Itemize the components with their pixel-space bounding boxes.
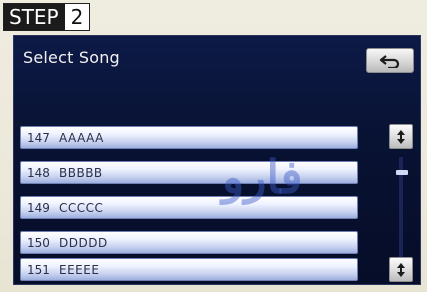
scroll-up-button[interactable]: [389, 124, 413, 149]
song-row[interactable]: 151 EEEEE: [20, 258, 358, 281]
return-arrow-icon: [379, 54, 400, 68]
step-number: 2: [70, 5, 84, 29]
song-number: 147: [27, 130, 50, 145]
scroll-down-icon: [397, 262, 405, 277]
scrollbar-thumb[interactable]: [396, 170, 408, 175]
song-name: CCCCC: [59, 200, 104, 215]
song-number: 148: [27, 165, 50, 180]
song-row[interactable]: 148 BBBBB: [20, 161, 358, 184]
back-button[interactable]: [366, 48, 414, 73]
step-badge: STEP 2: [3, 3, 91, 31]
step-label: STEP: [4, 4, 65, 30]
song-number: 151: [27, 262, 50, 277]
song-name: BBBBB: [59, 165, 103, 180]
song-row[interactable]: 147 AAAAA: [20, 126, 358, 149]
song-number: 150: [27, 235, 50, 250]
navigation-screen: Select Song 147 AAAAA 148 BBBBB 149 CCCC…: [13, 35, 421, 285]
screen-title: Select Song: [23, 48, 120, 67]
song-name: DDDDD: [59, 235, 108, 250]
song-number: 149: [27, 200, 50, 215]
song-name: AAAAA: [59, 130, 104, 145]
song-name: EEEEE: [59, 262, 100, 277]
watermark-text: فارو: [222, 150, 303, 204]
scroll-up-icon: [397, 129, 405, 144]
song-row[interactable]: 149 CCCCC: [20, 196, 358, 219]
song-row[interactable]: 150 DDDDD: [20, 231, 358, 254]
scroll-down-button[interactable]: [389, 257, 413, 282]
